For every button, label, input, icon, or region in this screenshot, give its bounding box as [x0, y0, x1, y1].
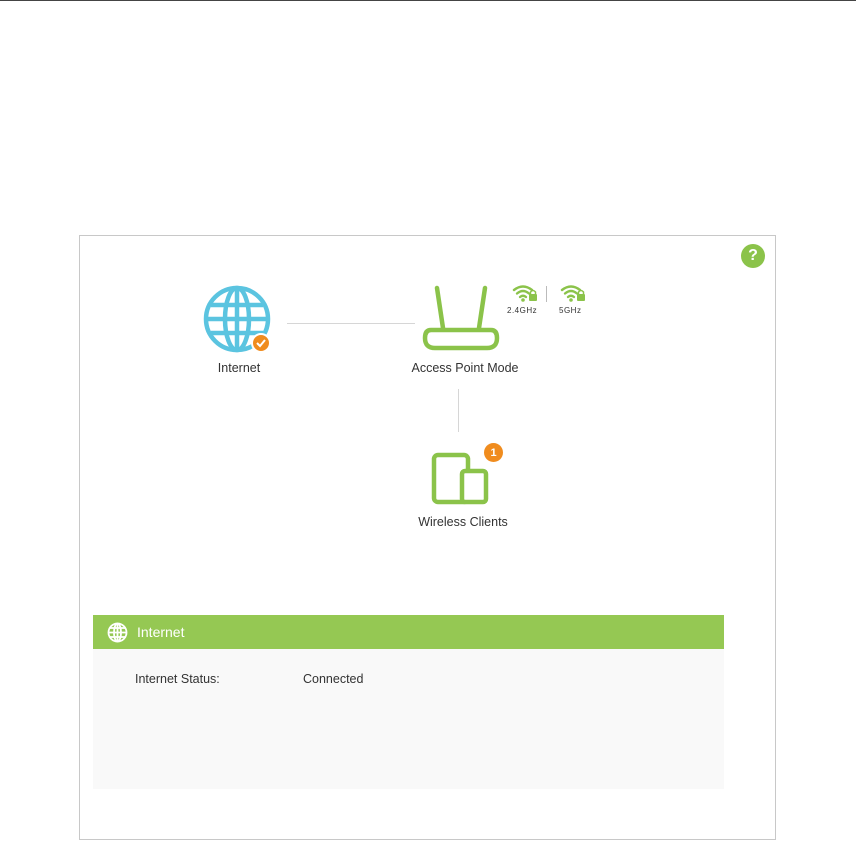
connected-check-icon [251, 333, 271, 353]
router-clients-link [458, 389, 459, 432]
band-5ghz-label: 5GHz [559, 306, 582, 315]
band-separator [546, 286, 547, 302]
internet-section-title: Internet [137, 624, 185, 640]
band-24ghz-label: 2.4GHz [507, 306, 538, 315]
router-icon [422, 285, 500, 351]
help-button[interactable]: ? [741, 244, 765, 268]
router-label: Access Point Mode [411, 361, 519, 375]
internet-router-link [287, 323, 415, 324]
devices-icon [431, 452, 489, 505]
internet-section-header: Internet [93, 615, 724, 649]
clients-label: Wireless Clients [418, 515, 508, 529]
wireless-clients-node[interactable]: 1 [430, 443, 505, 505]
internet-label: Internet [217, 361, 261, 375]
internet-status-value: Connected [303, 672, 364, 686]
globe-icon [107, 622, 128, 643]
internet-node[interactable] [202, 283, 272, 355]
wifi-lock-icon [512, 285, 537, 302]
network-map-panel: ? Internet Access Point Mode 2.4GHz 5GHz… [79, 235, 776, 840]
router-node[interactable] [421, 284, 501, 352]
wifi-lock-icon [560, 285, 585, 302]
internet-status-label: Internet Status: [135, 672, 220, 686]
clients-count-badge: 1 [484, 443, 503, 462]
internet-section: Internet Internet Status: Connected [93, 615, 724, 789]
help-icon: ? [748, 247, 758, 264]
top-rule [0, 0, 856, 1]
